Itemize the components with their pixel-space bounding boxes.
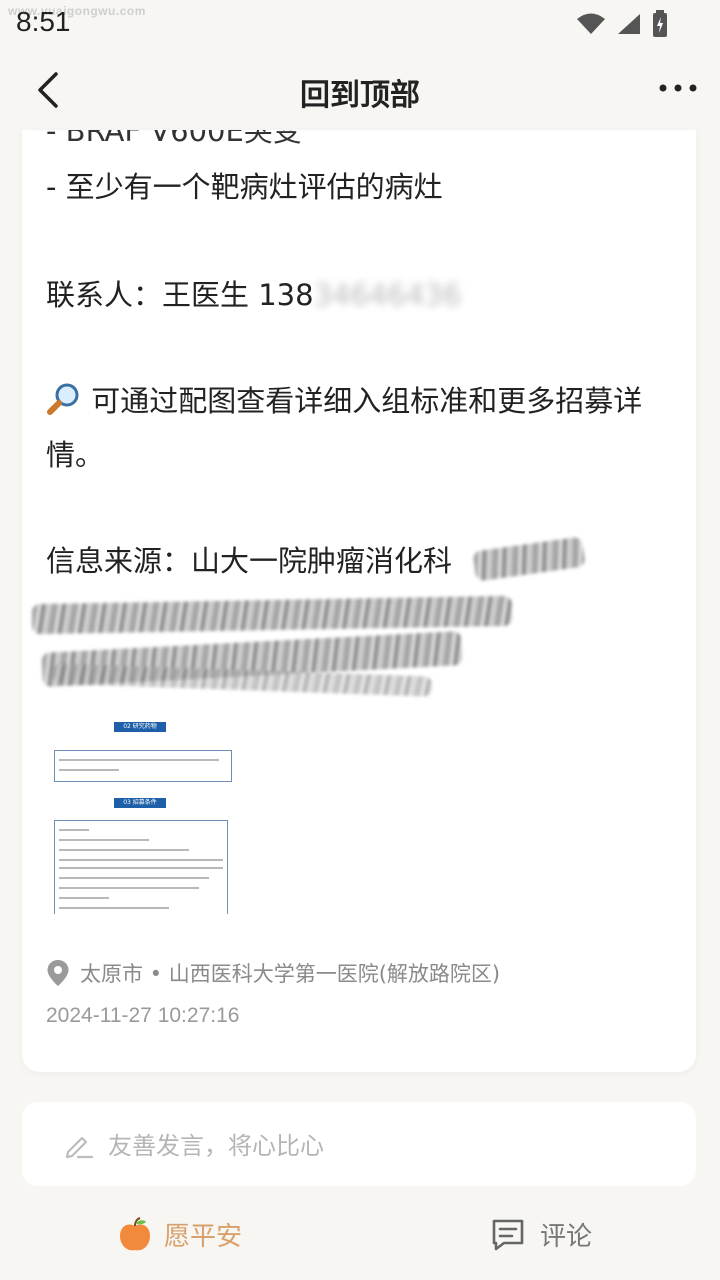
doc-text-line [59,759,219,761]
nav-bar: 回到顶部 [0,52,720,130]
hint-text-2: 情。 [46,438,105,472]
contact-label: 联系人：王医生 138 [46,278,314,312]
doc-box-drug [54,750,232,782]
doc-text-line [59,839,149,841]
battery-icon [653,10,667,37]
post-card: - BRAF V600E突变 - 至少有一个靶病灶评估的病灶 联系人：王医生 1… [22,130,696,1072]
wifi-icon [577,13,605,34]
post-source-line: 信息来源：山大一院肿瘤消化科 [46,544,453,578]
post-hint-line: 可通过配图查看详细入组标准和更多招募详 [46,378,642,420]
status-time: 8:51 [16,6,71,37]
comment-input[interactable]: 友善发言，将心比心 [22,1102,696,1186]
location-pin-icon [47,960,69,986]
comment-bubble-icon [492,1219,524,1250]
location-text: 太原市 • 山西医科大学第一医院(解放路院区) [80,962,501,986]
doc-section-tag-3: 03 招募条件 [114,798,166,808]
signal-icon [618,14,640,34]
more-dots-icon[interactable] [658,78,698,98]
comment-button[interactable]: 评论 [490,1216,592,1253]
post-text-cut-line: - BRAF V600E突变 [46,130,302,148]
comment-placeholder: 友善发言，将心比心 [108,1132,324,1160]
doc-text-line [59,859,223,861]
doc-box-criteria [54,820,228,914]
contact-number-hidden: 34646436 [313,278,462,312]
status-icons [576,10,668,38]
bottom-action-bar: 愿平安 评论 [0,1196,720,1280]
doc-text-line [59,867,223,869]
redaction-scribble [472,536,586,582]
post-image-thumbnail[interactable]: 02 研究药物 03 招募条件 [50,722,236,914]
doc-text-line [59,907,169,909]
hint-text-1: 可通过配图查看详细入组标准和更多招募详 [91,384,643,418]
redaction-scribble [31,595,513,635]
doc-text-line [59,897,109,899]
pen-icon [65,1136,94,1159]
post-contact-line: 联系人：王医生 13834646436 [46,272,461,314]
post-timestamp: 2024-11-27 10:27:16 [46,1004,240,1027]
doc-text-line [59,877,209,879]
status-bar: 8:51 [0,0,720,52]
doc-text-line [59,829,89,831]
post-location[interactable]: 太原市 • 山西医科大学第一医院(解放路院区) [46,958,500,988]
doc-text-line [59,887,199,889]
page-title[interactable]: 回到顶部 [0,70,720,114]
apple-icon [120,1216,150,1250]
bless-button[interactable]: 愿平安 [118,1216,242,1253]
comment-label: 评论 [540,1222,593,1252]
post-criteria-line: - 至少有一个靶病灶评估的病灶 [46,170,443,204]
magnifier-icon [47,383,79,415]
doc-text-line [59,769,119,771]
doc-section-tag-2: 02 研究药物 [114,722,166,732]
doc-text-line [59,849,189,851]
bless-label: 愿平安 [164,1222,243,1252]
